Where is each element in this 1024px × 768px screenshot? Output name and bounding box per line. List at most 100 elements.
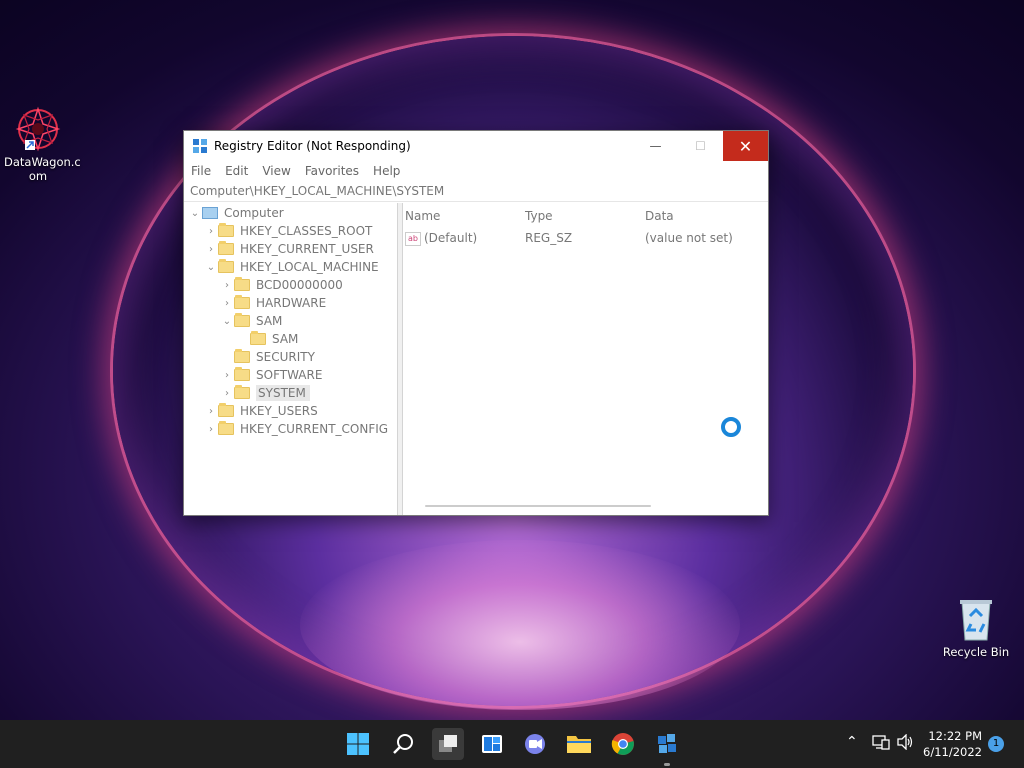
- desktop-icon-datawagon[interactable]: DataWagon.c om: [4, 106, 81, 183]
- widgets-button[interactable]: [476, 728, 508, 760]
- folder-icon: [234, 313, 250, 327]
- tree-item-label: SOFTWARE: [256, 368, 323, 382]
- folder-icon: [567, 736, 591, 753]
- chevron-down-icon[interactable]: ⌄: [188, 208, 202, 219]
- tree-item-security[interactable]: SECURITY: [220, 348, 315, 366]
- show-hidden-icons-button[interactable]: ⌃: [846, 734, 858, 750]
- maximize-button[interactable]: ☐: [678, 131, 723, 161]
- tree-item-label: HKEY_CLASSES_ROOT: [240, 224, 373, 238]
- tree-item-label: HKEY_LOCAL_MACHINE: [240, 260, 379, 274]
- column-header-type[interactable]: Type: [525, 209, 553, 223]
- column-header-name[interactable]: Name: [405, 209, 440, 223]
- desktop-icon-label: Recycle Bin: [942, 645, 1010, 659]
- chevron-right-icon[interactable]: ›: [220, 370, 234, 381]
- folder-icon: [234, 349, 250, 363]
- chevron-down-icon[interactable]: ⌄: [204, 262, 218, 273]
- column-header-data[interactable]: Data: [645, 209, 674, 223]
- regedit-icon: [658, 734, 676, 753]
- file-explorer-button[interactable]: [563, 728, 595, 760]
- tree-item-label: HARDWARE: [256, 296, 327, 310]
- folder-icon: [218, 421, 234, 435]
- folder-icon: [218, 223, 234, 237]
- minimize-icon: —: [649, 139, 662, 153]
- clock[interactable]: 12:22 PM 6/11/2022: [923, 728, 982, 760]
- values-pane: Name Type Data ab (Default) REG_SZ (value…: [403, 203, 768, 515]
- registry-editor-window: Registry Editor (Not Responding) — ☐ ✕ F…: [183, 130, 769, 516]
- address-bar[interactable]: Computer\HKEY_LOCAL_MACHINE\SYSTEM: [184, 181, 768, 202]
- close-icon: ✕: [738, 136, 753, 156]
- folder-icon: [234, 385, 250, 399]
- menu-view[interactable]: View: [262, 164, 290, 178]
- chevron-right-icon[interactable]: ›: [204, 406, 218, 417]
- chevron-down-icon[interactable]: ⌄: [220, 316, 234, 327]
- menu-file[interactable]: File: [191, 164, 211, 178]
- chrome-button[interactable]: [607, 728, 639, 760]
- tree-item-label: HKEY_CURRENT_CONFIG: [240, 422, 389, 436]
- chevron-right-icon[interactable]: ›: [204, 244, 218, 255]
- title-bar[interactable]: Registry Editor (Not Responding) — ☐ ✕: [184, 131, 768, 161]
- chevron-right-icon[interactable]: ›: [204, 226, 218, 237]
- tree-item-label: HKEY_USERS: [240, 404, 318, 418]
- folder-icon: [250, 331, 266, 345]
- value-name-cell: ab (Default): [405, 231, 477, 246]
- folder-icon: [218, 403, 234, 417]
- tree-item-system[interactable]: › SYSTEM: [220, 384, 310, 402]
- tree-item-hkcc[interactable]: › HKEY_CURRENT_CONFIG: [204, 420, 388, 438]
- computer-icon: [202, 207, 218, 219]
- tree-item-hkcr[interactable]: › HKEY_CLASSES_ROOT: [204, 222, 372, 240]
- chevron-up-icon: ⌃: [846, 734, 858, 750]
- window-title: Registry Editor (Not Responding): [214, 139, 411, 153]
- menu-edit[interactable]: Edit: [225, 164, 248, 178]
- clock-time: 12:22 PM: [928, 729, 982, 743]
- tree-item-hku[interactable]: › HKEY_USERS: [204, 402, 318, 420]
- chrome-icon: [611, 733, 634, 755]
- tree-item-software[interactable]: › SOFTWARE: [220, 366, 322, 384]
- maximize-icon: ☐: [695, 139, 706, 153]
- search-icon: [393, 734, 413, 754]
- chevron-right-icon[interactable]: ›: [220, 298, 234, 309]
- menu-favorites[interactable]: Favorites: [305, 164, 359, 178]
- desktop-icon-recycle-bin[interactable]: Recycle Bin: [940, 598, 1012, 659]
- teams-chat-icon: [525, 734, 545, 754]
- minimize-button[interactable]: —: [633, 131, 678, 161]
- key-tree: ⌄ Computer › HKEY_CLASSES_ROOT › HKEY_CU…: [184, 203, 398, 515]
- menu-help[interactable]: Help: [373, 164, 400, 178]
- network-icon[interactable]: [872, 734, 890, 754]
- tree-item-hardware[interactable]: › HARDWARE: [220, 294, 326, 312]
- clock-date: 6/11/2022: [923, 745, 982, 759]
- task-view-button[interactable]: [432, 728, 464, 760]
- start-button[interactable]: [342, 728, 374, 760]
- chat-button[interactable]: [519, 728, 551, 760]
- tree-item-label: HKEY_CURRENT_USER: [240, 242, 374, 256]
- chevron-right-icon[interactable]: ›: [220, 280, 234, 291]
- folder-icon: [234, 367, 250, 381]
- recycle-bin-icon: [960, 600, 992, 641]
- close-button[interactable]: ✕: [723, 131, 768, 161]
- tree-item-sam[interactable]: ⌄ SAM: [220, 312, 282, 330]
- chevron-right-icon[interactable]: ›: [204, 424, 218, 435]
- tree-item-hkcu[interactable]: › HKEY_CURRENT_USER: [204, 240, 374, 258]
- volume-icon[interactable]: [897, 733, 915, 754]
- running-indicator: [664, 763, 670, 766]
- datawagon-icon: [15, 106, 61, 152]
- busy-cursor-icon: [721, 417, 741, 437]
- widgets-icon: [482, 735, 502, 753]
- tree-item-label: SAM: [256, 314, 283, 328]
- horizontal-scrollbar[interactable]: [425, 505, 651, 507]
- regedit-taskbar-button[interactable]: [651, 728, 683, 766]
- notification-badge[interactable]: 1: [988, 736, 1004, 752]
- tree-item-computer[interactable]: ⌄ Computer: [188, 204, 284, 222]
- chevron-right-icon[interactable]: ›: [220, 388, 234, 399]
- tree-item-hklm[interactable]: ⌄ HKEY_LOCAL_MACHINE: [204, 258, 379, 276]
- tree-item-label: SECURITY: [256, 350, 315, 364]
- string-value-icon: ab: [405, 231, 421, 246]
- tree-item-label: SYSTEM: [256, 385, 310, 401]
- search-button[interactable]: [387, 728, 419, 760]
- tree-item-bcd[interactable]: › BCD00000000: [220, 276, 343, 294]
- folder-icon: [218, 259, 234, 273]
- folder-icon: [218, 241, 234, 255]
- tree-item-label: SAM: [272, 332, 299, 346]
- desktop-icon-label: DataWagon.c om: [4, 155, 81, 183]
- tree-item-sam-child[interactable]: SAM: [236, 330, 298, 348]
- windows-start-icon: [347, 733, 369, 755]
